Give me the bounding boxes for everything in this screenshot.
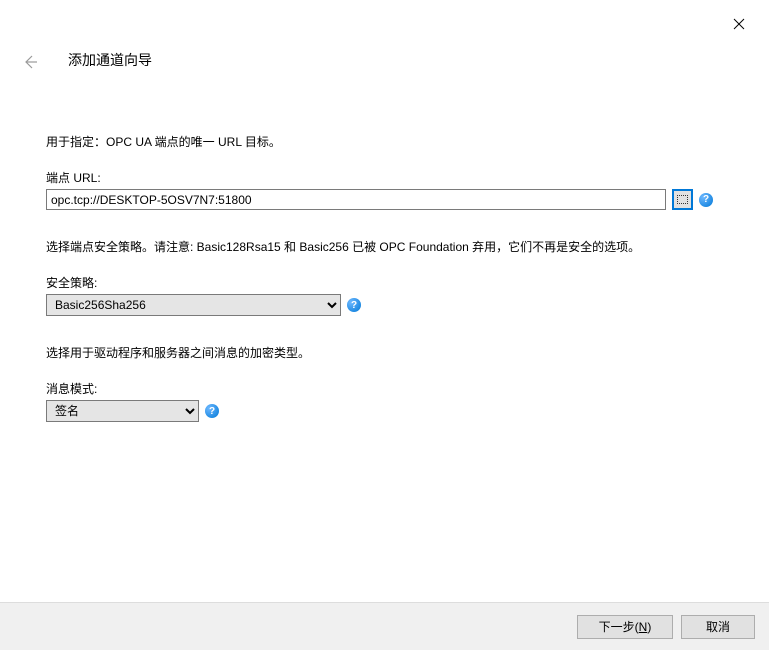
close-icon: [733, 18, 745, 30]
help-icon[interactable]: ?: [699, 193, 713, 207]
browse-button[interactable]: [672, 189, 693, 210]
next-label-suffix: ): [647, 620, 651, 634]
back-arrow-icon: [22, 54, 38, 70]
security-policy-select[interactable]: Basic256Sha256: [46, 294, 341, 316]
security-policy-label: 安全策略:: [46, 274, 739, 291]
message-mode-label: 消息模式:: [46, 380, 739, 397]
next-button[interactable]: 下一步(N): [577, 615, 673, 639]
security-policy-row: Basic256Sha256 ?: [46, 294, 739, 316]
help-icon[interactable]: ?: [347, 298, 361, 312]
endpoint-url-label: 端点 URL:: [46, 169, 739, 186]
next-label-prefix: 下一步(: [599, 620, 639, 634]
back-button[interactable]: [20, 52, 40, 72]
message-mode-row: 签名 ?: [46, 400, 739, 422]
browse-icon: [677, 195, 688, 204]
security-policy-desc: 选择端点安全策略。请注意: Basic128Rsa15 和 Basic256 已…: [46, 238, 739, 256]
cancel-button[interactable]: 取消: [681, 615, 755, 639]
wizard-content: 用于指定：OPC UA 端点的唯一 URL 目标。 端点 URL: ? 选择端点…: [46, 133, 739, 450]
endpoint-url-desc: 用于指定：OPC UA 端点的唯一 URL 目标。: [46, 133, 739, 151]
close-button[interactable]: [731, 16, 747, 32]
message-mode-desc: 选择用于驱动程序和服务器之间消息的加密类型。: [46, 344, 739, 362]
button-bar: 下一步(N) 取消: [0, 602, 769, 650]
endpoint-url-row: ?: [46, 189, 739, 210]
wizard-title: 添加通道向导: [68, 50, 152, 70]
message-mode-select[interactable]: 签名: [46, 400, 199, 422]
help-icon[interactable]: ?: [205, 404, 219, 418]
endpoint-url-input[interactable]: [46, 189, 666, 210]
